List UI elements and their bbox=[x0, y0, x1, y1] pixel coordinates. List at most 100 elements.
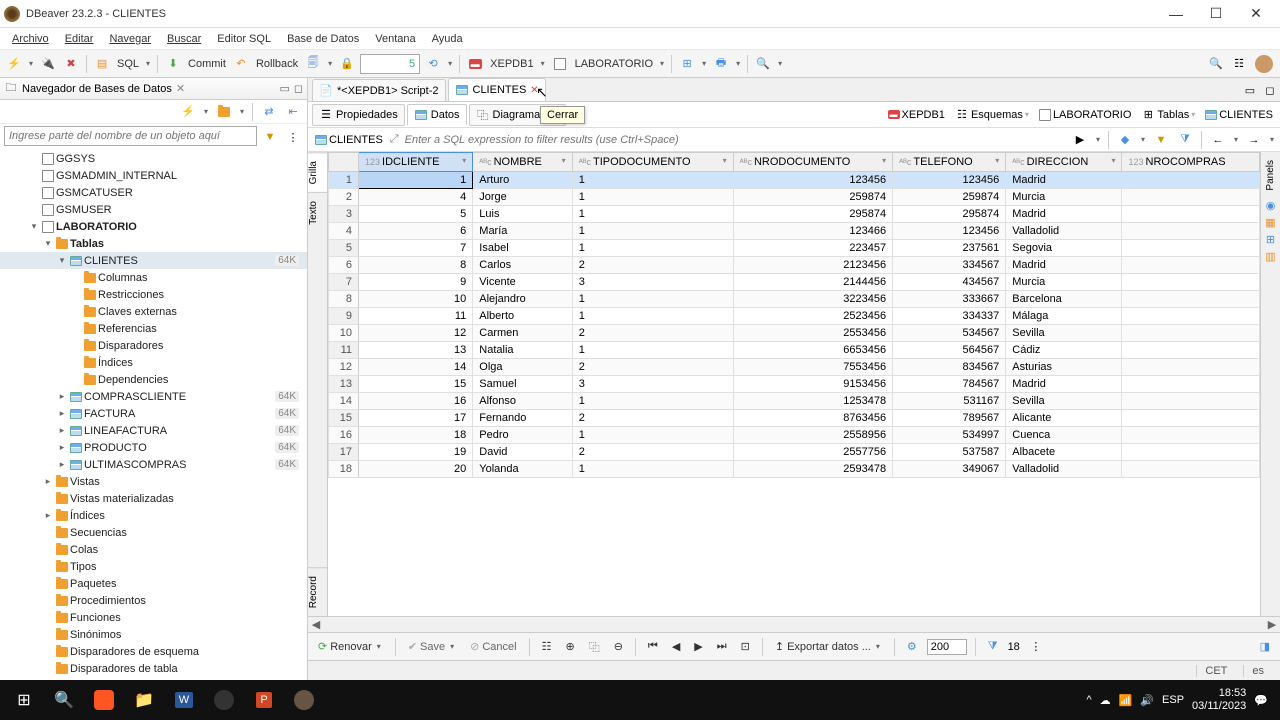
tree-node[interactable]: Disparadores de tabla bbox=[0, 660, 307, 677]
col-nrocompras[interactable]: 123NROCOMPRAS bbox=[1122, 153, 1260, 172]
tree-node[interactable]: Disparadores de esquema bbox=[0, 643, 307, 660]
tray-cloud-icon[interactable]: ☁ bbox=[1100, 694, 1111, 707]
panel-icon-2[interactable]: ▦ bbox=[1265, 216, 1275, 229]
tree-node[interactable]: ▸LINEAFACTURA64K bbox=[0, 422, 307, 439]
navigator-tree[interactable]: GGSYSGSMADMIN_INTERNALGSMCATUSERGSMUSER▾… bbox=[0, 148, 307, 680]
prev-page-button[interactable]: ◀ bbox=[668, 638, 684, 655]
close-tab-icon[interactable]: ✕ bbox=[530, 85, 538, 96]
tree-node[interactable]: Dependencies bbox=[0, 371, 307, 388]
cancel-button[interactable]: ⊘Cancel bbox=[466, 638, 520, 655]
table-row[interactable]: 11Arturo1123456123456Madrid bbox=[329, 172, 1260, 189]
export-button[interactable]: ↥Exportar datos ...▾ bbox=[771, 638, 886, 655]
table-row[interactable]: 1820Yolanda12593478349067Valladolid bbox=[329, 461, 1260, 478]
delete-row-button[interactable]: ⊖ bbox=[610, 638, 627, 655]
tray-lang[interactable]: ESP bbox=[1162, 694, 1184, 706]
goto-button[interactable]: ⊡ bbox=[737, 638, 754, 655]
col-nrodocumento[interactable]: ᴬᴮᴄNRODOCUMENTO▾ bbox=[733, 153, 892, 172]
table-row[interactable]: 1113Natalia16653456564567Cádiz bbox=[329, 342, 1260, 359]
table-row[interactable]: 46María1123466123456Valladolid bbox=[329, 223, 1260, 240]
table-row[interactable]: 1719David22557756537587Albacete bbox=[329, 444, 1260, 461]
tabs-max-icon[interactable]: ◻ bbox=[1260, 79, 1280, 101]
bc-connection[interactable]: ▬XEPDB1 bbox=[885, 109, 948, 121]
tab-clientes[interactable]: CLIENTES ✕ bbox=[448, 78, 546, 101]
tree-node[interactable]: Tipos bbox=[0, 558, 307, 575]
github-icon[interactable] bbox=[204, 680, 244, 720]
tree-node[interactable]: ▸PRODUCTO64K bbox=[0, 439, 307, 456]
bc-tables[interactable]: ⊞Tablas▾ bbox=[1138, 108, 1198, 122]
add-row-button[interactable]: ⊕ bbox=[561, 638, 578, 655]
table-row[interactable]: 35Luis1295874295874Madrid bbox=[329, 206, 1260, 223]
tab-script[interactable]: 📄 *<XEPDB1> Script-2 bbox=[312, 79, 446, 101]
disconnect-button[interactable]: ✖ bbox=[61, 53, 81, 75]
user-button[interactable] bbox=[1252, 53, 1276, 75]
word-icon[interactable]: W bbox=[164, 680, 204, 720]
tabs-min-icon[interactable]: ▭ bbox=[1240, 79, 1260, 101]
tree-node[interactable]: ▸FACTURA64K bbox=[0, 405, 307, 422]
search-taskbar-icon[interactable]: 🔍 bbox=[44, 680, 84, 720]
menu-ventana[interactable]: Ventana bbox=[367, 31, 423, 47]
nav-back-button[interactable]: ← bbox=[1208, 129, 1228, 151]
col-direccion[interactable]: ᴬᴮᴄDIRECCION▾ bbox=[1006, 153, 1122, 172]
col-telefono[interactable]: ᴬᴮᴄTELEFONO▾ bbox=[893, 153, 1006, 172]
new-connection-button[interactable]: ⚡ bbox=[4, 53, 24, 75]
table-row[interactable]: 911Alberto12523456334337Málaga bbox=[329, 308, 1260, 325]
rows-icon[interactable]: ⧩ bbox=[984, 638, 1002, 655]
panels-label[interactable]: Panels bbox=[1265, 156, 1276, 195]
last-page-button[interactable]: ⏭ bbox=[713, 638, 731, 655]
minimize-panel-icon[interactable]: ▭ bbox=[279, 82, 289, 95]
dbeaver-taskbar-icon[interactable] bbox=[284, 680, 324, 720]
navigator-filter-input[interactable] bbox=[4, 126, 257, 146]
sql-filter-input[interactable] bbox=[403, 134, 1066, 146]
filter-funnel-icon[interactable]: ⧩ bbox=[1175, 129, 1195, 151]
table-row[interactable]: 1618Pedro12558956534997Cuenca bbox=[329, 427, 1260, 444]
database-selector[interactable]: LABORATORIO bbox=[573, 58, 655, 70]
tree-node[interactable]: GSMADMIN_INTERNAL bbox=[0, 167, 307, 184]
close-button[interactable]: ✕ bbox=[1236, 0, 1276, 28]
tray-wifi-icon[interactable]: 📶 bbox=[1119, 694, 1133, 707]
col-idcliente[interactable]: 123IDCLIENTE▾ bbox=[359, 153, 473, 172]
bc-schema[interactable]: LABORATORIO bbox=[1036, 109, 1134, 121]
tree-node[interactable]: Índices bbox=[0, 354, 307, 371]
table-row[interactable]: 1315Samuel39153456784567Madrid bbox=[329, 376, 1260, 393]
lock-button[interactable]: 🔒 bbox=[337, 53, 357, 75]
minimize-button[interactable]: — bbox=[1156, 0, 1196, 28]
tree-node[interactable]: Funciones bbox=[0, 609, 307, 626]
table-row[interactable]: 1214Olga27553456834567Asturias bbox=[329, 359, 1260, 376]
tree-node[interactable]: GSMCATUSER bbox=[0, 184, 307, 201]
nav-folder-button[interactable] bbox=[214, 101, 234, 123]
tree-node[interactable]: ▾Tablas bbox=[0, 235, 307, 252]
tray-volume-icon[interactable]: 🔊 bbox=[1140, 694, 1154, 707]
panel-icon-1[interactable]: ◉ bbox=[1266, 199, 1276, 212]
tree-node[interactable]: Sinónimos bbox=[0, 626, 307, 643]
filter-icon[interactable]: ▼ bbox=[260, 126, 280, 148]
mode-record[interactable]: Record bbox=[308, 567, 327, 616]
col-tipodocumento[interactable]: ᴬᴮᴄTIPODOCUMENTO▾ bbox=[572, 153, 733, 172]
subtab-datos[interactable]: Datos bbox=[407, 104, 467, 126]
tree-node[interactable]: Vistas materializadas bbox=[0, 490, 307, 507]
menu-ayuda[interactable]: Ayuda bbox=[424, 31, 471, 47]
tree-node[interactable]: Claves externas bbox=[0, 303, 307, 320]
menu-editorsql[interactable]: Editor SQL bbox=[209, 31, 279, 47]
expand-filter-icon[interactable]: ⤢ bbox=[390, 133, 399, 146]
nav-collapse-button[interactable]: ⇤ bbox=[283, 101, 303, 123]
brave-icon[interactable] bbox=[84, 680, 124, 720]
tree-node[interactable]: GSMUSER bbox=[0, 201, 307, 218]
grid-view-button[interactable]: ⊞ bbox=[677, 53, 697, 75]
menu-editar[interactable]: Editar bbox=[57, 31, 102, 47]
data-grid[interactable]: 123IDCLIENTE▾ ᴬᴮᴄNOMBRE▾ ᴬᴮᴄTIPODOCUMENT… bbox=[328, 152, 1260, 478]
tree-node[interactable]: ▸COMPRASCLIENTE64K bbox=[0, 388, 307, 405]
tree-node[interactable]: ▾CLIENTES64K bbox=[0, 252, 307, 269]
table-row[interactable]: 57Isabel1223457237561Segovia bbox=[329, 240, 1260, 257]
horizontal-scrollbar[interactable]: ◀▶ bbox=[308, 616, 1280, 632]
powerpoint-icon[interactable]: P bbox=[244, 680, 284, 720]
system-tray[interactable]: ^ ☁ 📶 🔊 ESP 18:5303/11/2023 💬 bbox=[1078, 687, 1276, 713]
filter-apply-button[interactable]: ▶ bbox=[1070, 129, 1090, 151]
settings-gear-icon[interactable]: ⚙ bbox=[903, 638, 921, 655]
menu-buscar[interactable]: Buscar bbox=[159, 31, 209, 47]
txn-button[interactable]: 🗐 bbox=[303, 53, 323, 75]
rollback-button[interactable]: ↶ bbox=[231, 53, 251, 75]
taskbar-clock[interactable]: 18:5303/11/2023 bbox=[1192, 687, 1246, 713]
tree-node[interactable]: Restricciones bbox=[0, 286, 307, 303]
tree-node[interactable]: Paquetes bbox=[0, 575, 307, 592]
start-button[interactable]: ⊞ bbox=[4, 680, 44, 720]
